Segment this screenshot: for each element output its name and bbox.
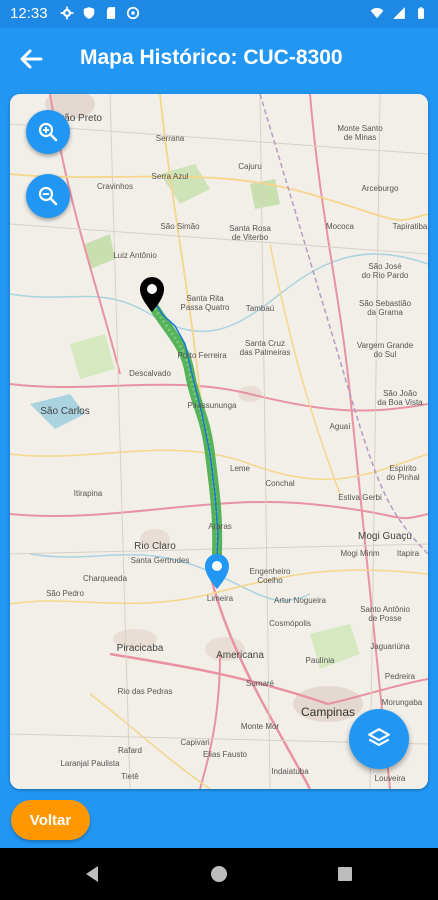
voltar-button[interactable]: Voltar — [11, 800, 90, 840]
nav-back-icon[interactable] — [80, 862, 104, 886]
city-label: São Pedro — [46, 589, 84, 598]
city-label: Engenheiro Coelho — [249, 567, 291, 585]
city-label: Santa Cruz das Palmeiras — [239, 339, 291, 357]
city-label: Cosmópolis — [269, 619, 311, 628]
map-tiles — [10, 94, 428, 789]
city-label: Santo Antônio de Posse — [360, 605, 410, 623]
city-label: Porto Ferreira — [177, 351, 227, 360]
city-label: Monte Mor — [240, 722, 280, 731]
content-area: Ribeirão Preto Serrana Cravinhos Serra Azul… — [0, 90, 438, 794]
city-label: Sumaré — [245, 679, 275, 688]
city-label: Rafard — [117, 746, 143, 755]
city-label: Espírito do Pinhal — [386, 464, 420, 482]
city-label: Pedreira — [384, 672, 416, 681]
city-label: Mococa — [325, 222, 355, 231]
city-label: Monte Santo de Minas — [337, 124, 383, 142]
city-label: Louveira — [374, 774, 406, 783]
city-label: Tapiratiba — [392, 222, 428, 231]
city-label: Tietê — [121, 772, 139, 781]
at-sign-icon — [126, 6, 140, 20]
city-label: Campinas — [300, 705, 356, 719]
city-label: Rio Claro — [134, 541, 176, 552]
city-label: Mogi Guaçu — [358, 531, 412, 542]
city-label: Paulínia — [305, 656, 335, 665]
city-label: Capivari — [180, 738, 210, 747]
city-label: Descalvado — [129, 369, 171, 378]
layers-button[interactable] — [349, 709, 409, 769]
city-label: Serrana — [155, 134, 185, 143]
city-label: São José do Rio Pardo — [361, 262, 409, 280]
city-label: Cajuru — [238, 162, 262, 171]
city-label: Morungaba — [381, 698, 423, 707]
city-label: Artur Nogueira — [273, 596, 327, 605]
zoom-in-button[interactable] — [26, 110, 70, 154]
city-label: Indaiatuba — [271, 767, 309, 776]
city-label: São Simão — [160, 222, 200, 231]
city-label: Tambaú — [245, 304, 275, 313]
city-label: Laranjal Paulista — [60, 759, 120, 768]
shield-icon — [83, 7, 95, 19]
wifi-icon — [370, 8, 384, 19]
zoom-out-button[interactable] — [26, 174, 70, 218]
city-label: Pirassununga — [187, 401, 237, 410]
city-label: Aguaí — [329, 422, 351, 431]
status-bar: 12:33 — [0, 0, 438, 28]
app-bar: Mapa Histórico: CUC-8300 — [0, 28, 438, 90]
battery-icon — [418, 7, 424, 19]
city-label: Itirapina — [73, 489, 103, 498]
city-label: Estiva Gerbi — [338, 493, 382, 502]
nav-recents-icon[interactable] — [333, 862, 357, 886]
city-label: Charqueada — [82, 574, 128, 583]
city-label: São Sebastião da Grama — [358, 299, 412, 317]
city-label: Mogi Mirim — [340, 549, 380, 558]
city-label: Elias Fausto — [202, 750, 248, 759]
city-label: Luiz Antônio — [113, 251, 157, 260]
status-icons-right — [370, 6, 428, 20]
arrow-back-icon[interactable] — [14, 42, 48, 76]
sd-card-icon — [106, 7, 116, 19]
city-label: São João da Boa Vista — [377, 389, 423, 407]
city-label: Arceburgo — [361, 184, 399, 193]
nav-home-icon[interactable] — [207, 862, 231, 886]
zoom-in-icon — [38, 122, 58, 142]
city-label: Cravinhos — [96, 182, 134, 191]
bottom-action-bar: Voltar — [0, 794, 438, 848]
city-label: Araras — [208, 522, 232, 531]
status-time: 12:33 — [10, 5, 48, 22]
city-label: Santa Rosa de Viterbo — [229, 224, 271, 242]
city-label: Rio das Pedras — [117, 687, 173, 696]
map-view[interactable]: Ribeirão Preto Serrana Cravinhos Serra Azul… — [10, 94, 428, 789]
city-label: Serra Azul — [151, 172, 189, 181]
city-label: Santa Rita Passa Quatro — [180, 294, 230, 312]
city-label: Leme — [229, 464, 251, 473]
city-label: São Carlos — [40, 406, 90, 417]
city-label: Piracicaba — [116, 643, 164, 654]
city-label: Conchal — [265, 479, 295, 488]
city-label: Vargem Grande do Sul — [356, 341, 414, 359]
city-label: Itapira — [396, 549, 420, 558]
zoom-out-icon — [38, 186, 58, 206]
layers-icon — [368, 728, 390, 747]
city-label: Americana — [216, 650, 264, 661]
signal-icon — [393, 7, 405, 19]
city-label: Jaguariúna — [370, 642, 410, 651]
status-icons-left — [60, 6, 140, 20]
city-label: Limeira — [206, 594, 234, 603]
city-label: Santa Gertrudes — [130, 556, 190, 565]
page-title: Mapa Histórico: CUC-8300 — [80, 46, 343, 69]
system-nav-bar — [0, 848, 438, 900]
gear-icon — [60, 6, 74, 20]
